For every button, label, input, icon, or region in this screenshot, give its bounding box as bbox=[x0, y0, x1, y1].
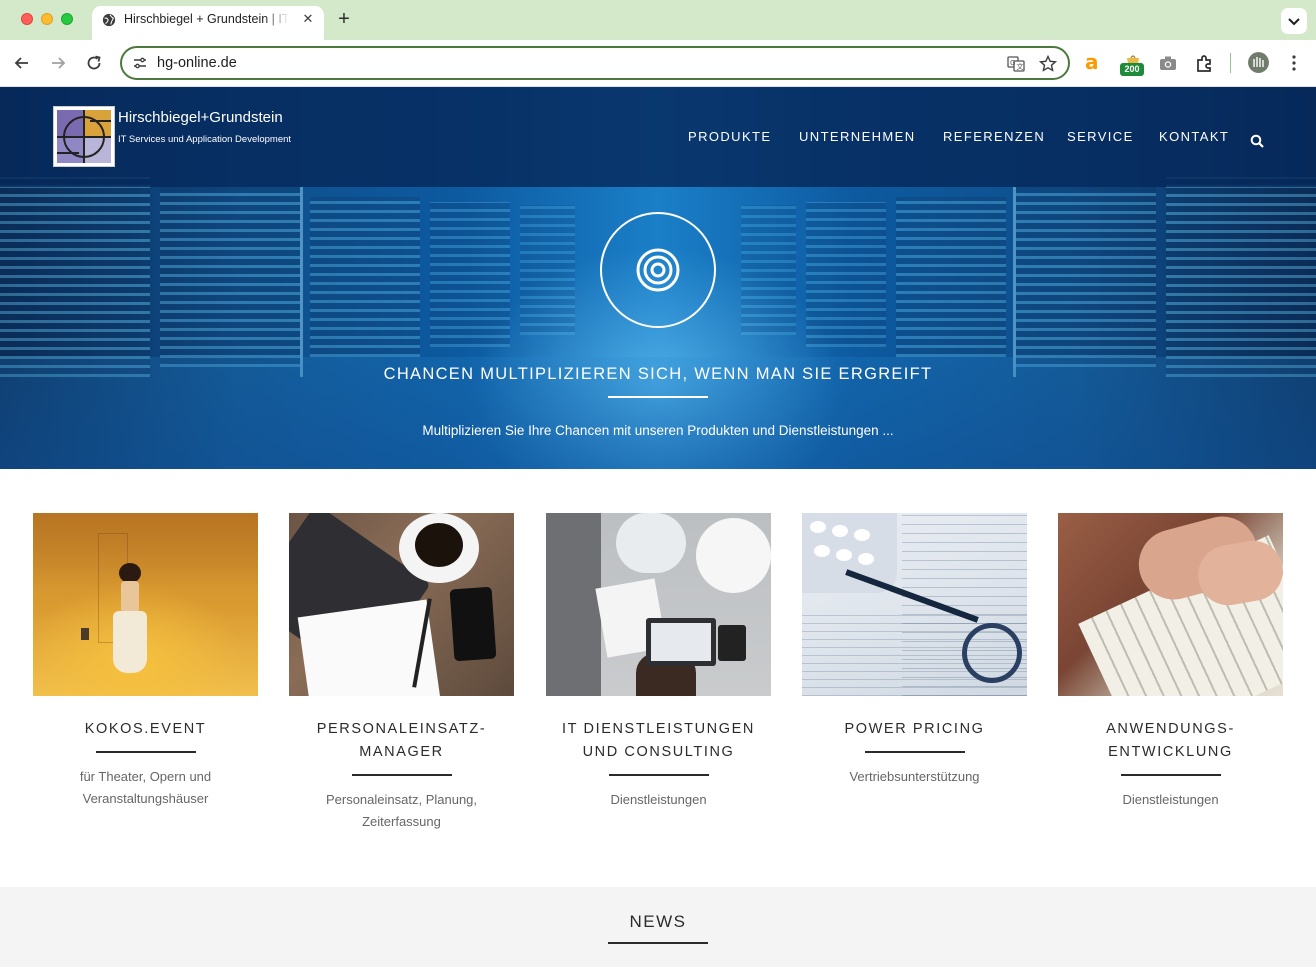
search-icon[interactable] bbox=[1250, 134, 1265, 149]
card-image-finance[interactable] bbox=[802, 513, 1027, 696]
profile-avatar[interactable] bbox=[1248, 52, 1269, 73]
server-rack-image bbox=[520, 205, 575, 335]
new-tab-button[interactable]: + bbox=[334, 8, 354, 30]
server-rack-image bbox=[1166, 177, 1316, 377]
svg-text:G: G bbox=[1010, 59, 1015, 67]
card-description: Dienstleistungen bbox=[1122, 792, 1219, 807]
card-title[interactable]: PERSONALEINSATZ-MANAGER bbox=[289, 718, 514, 764]
tab-close-icon[interactable]: ✕ bbox=[298, 9, 318, 29]
window-minimize-button[interactable] bbox=[41, 13, 53, 25]
card-divider bbox=[864, 751, 965, 753]
browser-toolbar: hg-online.de G 文 a bbox=[0, 40, 1316, 87]
server-rack-image bbox=[896, 197, 1006, 357]
card-description: Personaleinsatz, Planung, Zeiterfassung bbox=[325, 792, 478, 829]
news-heading: NEWS bbox=[629, 912, 687, 931]
window-zoom-button[interactable] bbox=[61, 13, 73, 25]
reload-icon[interactable] bbox=[83, 52, 105, 74]
card-image-desk[interactable] bbox=[289, 513, 514, 696]
card-description: für Theater, Opern und Veranstaltungshäu… bbox=[79, 769, 212, 806]
card-image-keyboard[interactable] bbox=[1058, 513, 1283, 696]
nav-produkte[interactable]: PRODUKTE bbox=[688, 129, 771, 144]
globe-icon bbox=[102, 13, 116, 27]
camera-icon[interactable] bbox=[1157, 52, 1179, 74]
svg-text:文: 文 bbox=[1017, 62, 1024, 71]
server-rack-image bbox=[1016, 187, 1156, 367]
card-divider bbox=[608, 774, 709, 776]
star-bookmark-icon[interactable] bbox=[1038, 54, 1058, 74]
tab-search-button[interactable] bbox=[1281, 8, 1307, 34]
server-rack-image bbox=[741, 205, 796, 335]
amazon-extension-icon[interactable]: a bbox=[1085, 52, 1107, 74]
back-arrow-icon[interactable] bbox=[11, 52, 33, 74]
nav-referenzen[interactable]: REFERENZEN bbox=[943, 129, 1045, 144]
news-divider bbox=[608, 942, 708, 944]
tab-title: Hirschbiegel + Grundstein | IT Services bbox=[124, 12, 289, 26]
nav-kontakt[interactable]: KONTAKT bbox=[1159, 129, 1229, 144]
card-divider bbox=[351, 774, 452, 776]
logo-tagline: IT Services und Application Development bbox=[118, 134, 292, 145]
translate-icon[interactable]: G 文 bbox=[1006, 54, 1026, 74]
browser-tab-active[interactable]: Hirschbiegel + Grundstein | IT Services … bbox=[92, 6, 324, 40]
server-rack-image bbox=[0, 177, 150, 377]
forward-arrow-icon[interactable] bbox=[47, 52, 69, 74]
card-image-meeting[interactable] bbox=[546, 513, 771, 696]
logo-icon bbox=[56, 109, 112, 164]
address-bar[interactable]: hg-online.de G 文 bbox=[120, 46, 1070, 80]
card-power-pricing[interactable]: POWER PRICING Vertriebsunterstützung bbox=[802, 513, 1027, 788]
card-divider bbox=[1120, 774, 1221, 776]
browser-tab-strip: Hirschbiegel + Grundstein | IT Services … bbox=[0, 0, 1316, 40]
server-rack-image bbox=[160, 187, 300, 367]
card-title[interactable]: ANWENDUNGS-ENTWICKLUNG bbox=[1058, 718, 1283, 764]
server-rack-image bbox=[806, 202, 886, 347]
card-image-theater[interactable] bbox=[33, 513, 258, 696]
chevron-down-icon bbox=[1288, 18, 1300, 26]
server-rack-image bbox=[310, 197, 420, 357]
hero-subtitle: Multiplizieren Sie Ihre Chancen mit unse… bbox=[422, 423, 894, 438]
card-divider bbox=[95, 751, 196, 753]
card-title[interactable]: POWER PRICING bbox=[802, 718, 1027, 741]
profile-icon bbox=[1248, 52, 1269, 73]
card-personaleinsatz-manager[interactable]: PERSONALEINSATZ-MANAGER Personaleinsatz,… bbox=[289, 513, 514, 833]
card-description: Dienstleistungen bbox=[610, 792, 707, 807]
hero-divider bbox=[608, 396, 708, 398]
extensions-puzzle-icon[interactable] bbox=[1193, 52, 1215, 74]
target-icon bbox=[636, 248, 680, 292]
hero-section: Hirschbiegel+Grundstein IT Services und … bbox=[0, 87, 1316, 469]
extension-badge: 200 bbox=[1120, 63, 1144, 76]
card-description: Vertriebsunterstützung bbox=[849, 769, 980, 784]
card-kokos-event[interactable]: KOKOS.EVENT für Theater, Opern und Veran… bbox=[33, 513, 258, 810]
site-header: Hirschbiegel+Grundstein IT Services und … bbox=[0, 87, 1316, 187]
card-it-dienstleistungen[interactable]: IT DIENSTLEISTUNGEN UND CONSULTING Diens… bbox=[546, 513, 771, 811]
card-title[interactable]: IT DIENSTLEISTUNGEN UND CONSULTING bbox=[546, 718, 771, 764]
card-title[interactable]: KOKOS.EVENT bbox=[33, 718, 258, 741]
card-anwendungsentwicklung[interactable]: ANWENDUNGS-ENTWICKLUNG Dienstleistungen bbox=[1058, 513, 1283, 811]
more-options-icon[interactable] bbox=[1283, 52, 1305, 74]
window-close-button[interactable] bbox=[21, 13, 33, 25]
target-emblem bbox=[600, 212, 716, 328]
company-logo[interactable] bbox=[53, 106, 115, 167]
toolbar-separator bbox=[1230, 53, 1231, 73]
site-info-icon[interactable] bbox=[132, 55, 148, 71]
rack-edge bbox=[300, 187, 303, 377]
url-text[interactable]: hg-online.de bbox=[157, 55, 237, 71]
nav-service[interactable]: SERVICE bbox=[1067, 129, 1134, 144]
server-rack-image bbox=[430, 202, 510, 347]
logo-name[interactable]: Hirschbiegel+Grundstein bbox=[118, 109, 283, 126]
nav-unternehmen[interactable]: UNTERNEHMEN bbox=[799, 129, 916, 144]
hero-title: CHANCEN MULTIPLIZIEREN SICH, WENN MAN SI… bbox=[383, 365, 933, 383]
rack-edge bbox=[1013, 187, 1016, 377]
